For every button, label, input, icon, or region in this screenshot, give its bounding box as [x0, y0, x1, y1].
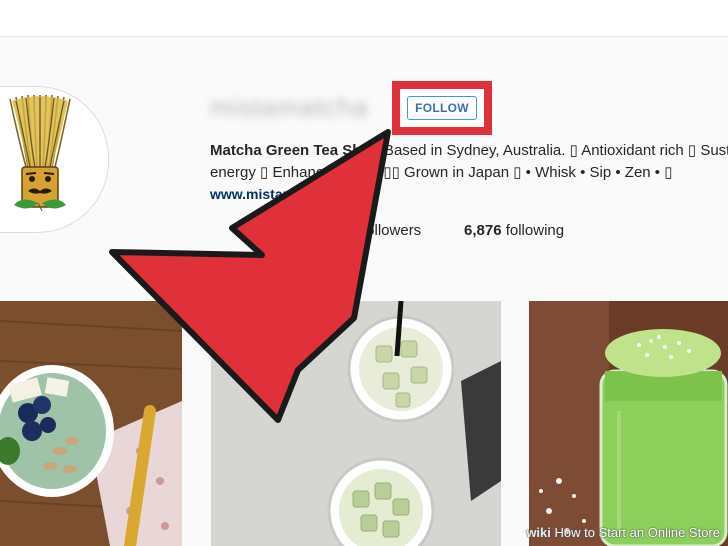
bio-line-1: Matcha Green Tea Shop Based in Sydney, A…: [210, 140, 728, 162]
green-smoothie-jar-image: [529, 301, 728, 546]
bio-name: Matcha Green Tea Shop: [210, 142, 380, 159]
watermark-title: How to Start an Online Store: [554, 525, 720, 540]
post-thumbnail-2[interactable]: [211, 301, 501, 546]
follow-button-highlight: FOLLOW: [392, 81, 492, 135]
bio-line-2: energy ▯ Enhances focus ▯▯ Grown in Japa…: [210, 164, 673, 181]
follow-button[interactable]: FOLLOW: [407, 96, 477, 120]
post-thumbnail-1[interactable]: [0, 301, 182, 546]
bio-line-1-text: Based in Sydney, Australia. ▯ Antioxidan…: [383, 142, 728, 159]
following-stat[interactable]: 6,876 following: [464, 222, 564, 239]
post-thumbnail-3[interactable]: [529, 301, 728, 546]
profile-username: mistamatcha: [210, 92, 369, 122]
instagram-profile-page: mistamatcha FOLLOW Matcha Green Tea Shop…: [0, 0, 728, 546]
follow-button-container: FOLLOW: [400, 89, 484, 127]
smoothie-bowl-image: [0, 301, 182, 546]
iced-matcha-drinks-image: [211, 301, 501, 546]
bio-website-link[interactable]: www.mistamatcha.com: [210, 186, 364, 202]
profile-avatar[interactable]: [0, 86, 109, 233]
watermark-brand: wiki: [526, 525, 551, 540]
followers-label: followers: [362, 222, 422, 239]
profile-bio: Matcha Green Tea Shop Based in Sydney, A…: [210, 140, 728, 184]
followers-stat[interactable]: followers: [362, 222, 421, 239]
wikihow-watermark: wiki How to Start an Online Store: [526, 525, 720, 540]
following-count: 6,876: [464, 222, 502, 239]
following-label: following: [505, 222, 565, 239]
matcha-whisk-logo-icon: [9, 94, 71, 212]
top-bar: [0, 0, 728, 37]
